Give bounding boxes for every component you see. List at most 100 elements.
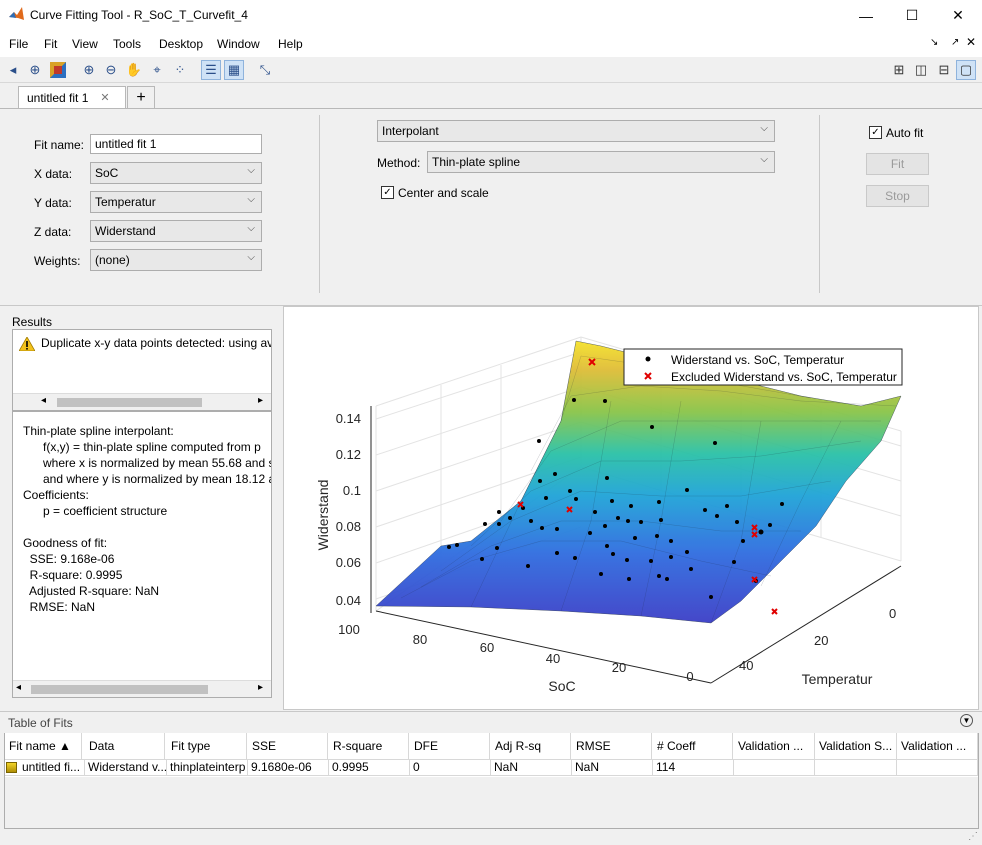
- column-header-dfe[interactable]: DFE: [410, 733, 490, 759]
- layout-columns-icon[interactable]: ◫: [911, 60, 931, 80]
- column-header-r-square[interactable]: R-square: [329, 733, 409, 759]
- zoom-out-icon[interactable]: ⊖: [101, 60, 121, 80]
- legend-entry: Excluded Widerstand vs. SoC, Temperatur: [671, 370, 897, 384]
- panel-divider: [819, 115, 820, 293]
- scroll-thumb[interactable]: [31, 685, 208, 694]
- auto-fit-checkbox[interactable]: ✓: [869, 126, 882, 139]
- cell-validation-sse[interactable]: [734, 759, 815, 776]
- y-data-select[interactable]: Temperatur ⌵: [90, 191, 262, 213]
- column-header-data[interactable]: Data: [85, 733, 165, 759]
- exclude-points-icon[interactable]: ⁘: [170, 60, 190, 80]
- scroll-right-icon: ▸: [258, 395, 264, 406]
- column-header-validation-s[interactable]: Validation S...: [815, 733, 897, 759]
- plot-legend[interactable]: Widerstand vs. SoC, Temperatur Excluded …: [623, 348, 903, 386]
- pan-hand-icon[interactable]: ✋: [124, 60, 144, 80]
- menu-desktop[interactable]: Desktop: [159, 37, 203, 51]
- cell-r-square[interactable]: 0.9995: [329, 759, 410, 776]
- menu-fit[interactable]: Fit: [44, 37, 57, 51]
- undock-arrow-icon[interactable]: ↘: [930, 37, 938, 48]
- matlab-logo-icon: [9, 7, 24, 20]
- z-data-select[interactable]: Widerstand ⌵: [90, 220, 262, 242]
- resize-grip-icon[interactable]: ⋰: [968, 831, 978, 842]
- cell-sse[interactable]: 9.1680e-06: [248, 759, 329, 776]
- close-tab-icon[interactable]: ✕: [100, 91, 109, 104]
- menu-file[interactable]: File: [9, 37, 28, 51]
- warnings-box[interactable]: Duplicate x-y data points detected: usin…: [12, 329, 272, 411]
- results-panel: Results Duplicate x-y data points detect…: [0, 306, 280, 710]
- column-header-sse[interactable]: SSE: [248, 733, 328, 759]
- fit-color-icon: [6, 762, 17, 773]
- z-tick: 0.14: [336, 411, 361, 426]
- column-header-fit-name[interactable]: Fit name ▲: [5, 733, 82, 759]
- x-tick: 40: [546, 651, 560, 666]
- cell-rmse[interactable]: NaN: [572, 759, 653, 776]
- cell-validation-rmse[interactable]: [897, 759, 978, 776]
- weights-select[interactable]: (none) ⌵: [90, 249, 262, 271]
- legend-icon[interactable]: ☰: [201, 60, 221, 80]
- menu-help[interactable]: Help: [278, 37, 303, 51]
- menu-tools[interactable]: Tools: [113, 37, 141, 51]
- method-select[interactable]: Thin-plate spline ⌵: [427, 151, 775, 173]
- column-header-coeff[interactable]: # Coeff: [653, 733, 733, 759]
- residuals-icon[interactable]: ⤡: [255, 60, 275, 80]
- minimize-button[interactable]: —: [843, 0, 889, 31]
- dock-arrow-icon[interactable]: ↗: [951, 37, 959, 48]
- weights-label: Weights:: [34, 254, 81, 268]
- add-tab-button[interactable]: +: [127, 86, 155, 108]
- x-data-select[interactable]: SoC ⌵: [90, 162, 262, 184]
- table-of-fits-panel: Table of Fits ▼: [0, 711, 982, 845]
- cell-validation-s[interactable]: [815, 759, 897, 776]
- chevron-down-icon: ⌵: [760, 154, 768, 165]
- cell-data[interactable]: Widerstand v...: [85, 759, 167, 776]
- z-axis-label: Widerstand: [315, 480, 331, 551]
- data-tip-icon[interactable]: ⌖: [147, 60, 167, 80]
- fit-name-label: Fit name:: [34, 138, 85, 152]
- menu-view[interactable]: View: [72, 37, 98, 51]
- pan-left-icon[interactable]: ◂: [3, 60, 23, 80]
- layout-rows-icon[interactable]: ⊟: [934, 60, 954, 80]
- fit-type-select[interactable]: Interpolant ⌵: [377, 120, 775, 142]
- grid-icon[interactable]: ▦: [224, 60, 244, 80]
- z-tick: 0.04: [336, 593, 361, 608]
- layout-grid-icon[interactable]: ⊞: [889, 60, 909, 80]
- center-scale-checkbox[interactable]: ✓: [381, 186, 394, 199]
- tab-untitled-fit-1[interactable]: untitled fit 1 ✕: [18, 86, 126, 108]
- cell-coeff[interactable]: 114: [653, 759, 734, 776]
- chevron-down-icon: ⌵: [247, 223, 255, 234]
- column-header-adj-r-sq[interactable]: Adj R-sq: [491, 733, 571, 759]
- cell-fit-name[interactable]: untitled fi...: [19, 759, 85, 776]
- menu-window[interactable]: Window: [217, 37, 260, 51]
- z-data-label: Z data:: [34, 225, 72, 239]
- horizontal-scrollbar[interactable]: ◂ ▸: [13, 393, 271, 410]
- auto-fit-label: Auto fit: [886, 126, 924, 140]
- close-figure-icon[interactable]: ✕: [966, 35, 976, 49]
- layout-single-icon[interactable]: ▢: [956, 60, 976, 80]
- cell-fit-type[interactable]: thinplateinterp: [167, 759, 248, 776]
- colormap-icon[interactable]: [48, 60, 68, 80]
- data-cursor-icon[interactable]: ⊕: [25, 60, 45, 80]
- cell-dfe[interactable]: 0: [410, 759, 491, 776]
- results-text: Thin-plate spline interpolant: f(x,y) = …: [23, 424, 272, 614]
- zoom-in-icon[interactable]: ⊕: [79, 60, 99, 80]
- fit-results-box[interactable]: Thin-plate spline interpolant: f(x,y) = …: [12, 411, 272, 698]
- x-tick: 100: [338, 622, 360, 637]
- column-header-validation-sse[interactable]: Validation ...: [734, 733, 815, 759]
- plot-panel[interactable]: 0.14 0.12 0.1 0.08 0.06 0.04 100 80 60 4…: [283, 306, 979, 710]
- horizontal-scrollbar[interactable]: ◂ ▸: [13, 680, 271, 697]
- y-tick: 20: [814, 633, 828, 648]
- collapse-panel-icon[interactable]: ▼: [960, 714, 973, 727]
- stop-button[interactable]: Stop: [866, 185, 929, 207]
- maximize-button[interactable]: ☐: [889, 0, 935, 31]
- scroll-thumb[interactable]: [57, 398, 202, 407]
- fit-name-field[interactable]: untitled fit 1: [90, 134, 262, 154]
- fit-button[interactable]: Fit: [866, 153, 929, 175]
- x-tick: 20: [612, 660, 626, 675]
- surface-plot[interactable]: 0.14 0.12 0.1 0.08 0.06 0.04 100 80 60 4…: [284, 307, 980, 711]
- cell-adj-r-sq[interactable]: NaN: [491, 759, 572, 776]
- column-header-validation-rmse[interactable]: Validation ...: [897, 733, 978, 759]
- column-header-rmse[interactable]: RMSE: [572, 733, 652, 759]
- method-label: Method:: [377, 156, 421, 170]
- warning-text: Duplicate x-y data points detected: usin…: [41, 336, 272, 350]
- close-button[interactable]: ✕: [935, 0, 981, 31]
- column-header-fit-type[interactable]: Fit type: [167, 733, 247, 759]
